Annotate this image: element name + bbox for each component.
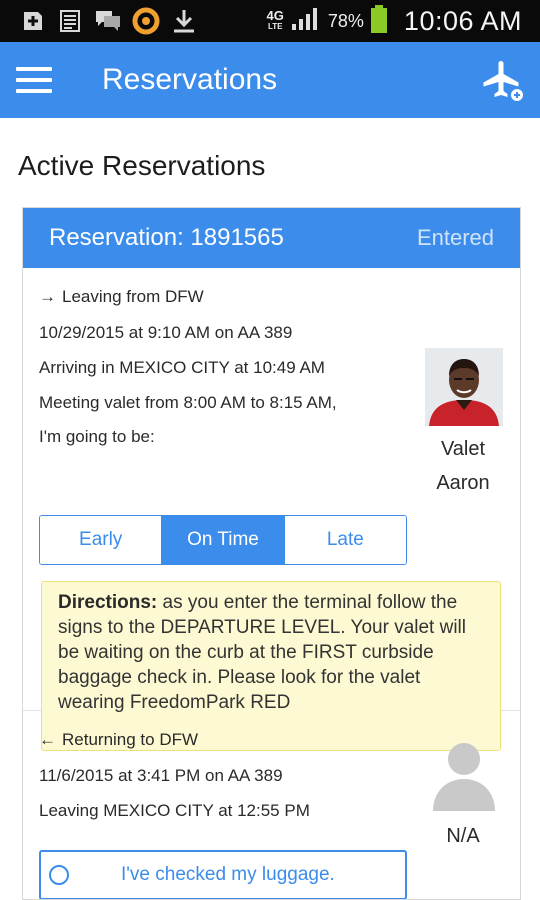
arrow-right-icon: → — [39, 287, 56, 306]
return-heading: ← Returning to DFW — [39, 730, 198, 750]
directions-label: Directions: — [58, 592, 158, 613]
valet-name: Aaron — [436, 472, 490, 494]
luggage-label: I've checked my luggage. — [121, 864, 335, 885]
return-heading-text: Returning to DFW — [62, 730, 199, 749]
add-flight-icon[interactable] — [480, 57, 526, 103]
network-indicator: 4G LTE — [267, 9, 284, 32]
timing-on-time-button[interactable]: On Time — [162, 516, 285, 564]
departure-flight: 10/29/2015 at 9:10 AM on AA 389 — [39, 323, 293, 342]
section-title: Active Reservations — [18, 150, 266, 181]
meeting-window: Meeting valet from 8:00 AM to 8:15 AM, — [39, 393, 337, 412]
valet-avatar — [425, 348, 503, 426]
person-placeholder-icon — [425, 735, 503, 813]
battery-percent: 78% — [327, 10, 364, 31]
timing-late-button[interactable]: Late — [284, 516, 406, 564]
notes-icon — [56, 7, 84, 35]
chat-icon — [94, 7, 122, 35]
departure-heading-text: Leaving from DFW — [62, 287, 204, 306]
timing-prompt: I'm going to be: — [39, 427, 155, 446]
system-indicators: 4G LTE 78% 10:06 AM — [267, 4, 540, 39]
departure-heading: → Leaving from DFW — [39, 287, 204, 307]
signal-icon — [290, 6, 322, 37]
departure-leg: → Leaving from DFW 10/29/2015 at 9:10 AM … — [23, 268, 520, 751]
reservation-card: Reservation: 1891565 Entered → Leaving fr… — [22, 207, 521, 900]
status-badge: Entered — [416, 225, 494, 250]
valet-label: Valet — [440, 438, 486, 460]
reservation-number: Reservation: 1891565 — [49, 224, 284, 251]
arrival-info: Arriving in MEXICO CITY at 10:49 AM — [39, 358, 325, 377]
status-bar: 4G LTE 78% 10:06 AM — [0, 0, 540, 42]
clock: 10:06 AM — [403, 5, 522, 36]
page-title: Reservations — [102, 63, 278, 96]
notification-icons — [0, 7, 198, 35]
network-subtype: LTE — [267, 22, 283, 31]
battery-icon — [370, 4, 388, 39]
arrow-left-icon: ← — [39, 730, 56, 749]
timing-selector: Early On Time Late — [39, 515, 407, 565]
return-leg: ← Returning to DFW 11/6/2015 at 3:41 PM o… — [23, 711, 520, 899]
timing-early-button[interactable]: Early — [40, 516, 163, 564]
app-bar: Reservations — [0, 42, 540, 118]
download-icon — [170, 7, 198, 35]
return-valet-name: N/A — [446, 825, 480, 847]
luggage-checked-button[interactable]: I've checked my luggage. — [39, 850, 407, 899]
orange-ring-icon — [132, 7, 160, 35]
add-box-icon — [18, 7, 46, 35]
radio-unchecked-icon[interactable] — [49, 865, 69, 885]
return-leaving: Leaving MEXICO CITY at 12:55 PM — [39, 801, 310, 820]
return-flight: 11/6/2015 at 3:41 PM on AA 389 — [39, 766, 283, 785]
hamburger-menu-icon[interactable] — [16, 67, 52, 93]
reservation-header[interactable]: Reservation: 1891565 Entered — [23, 208, 520, 268]
